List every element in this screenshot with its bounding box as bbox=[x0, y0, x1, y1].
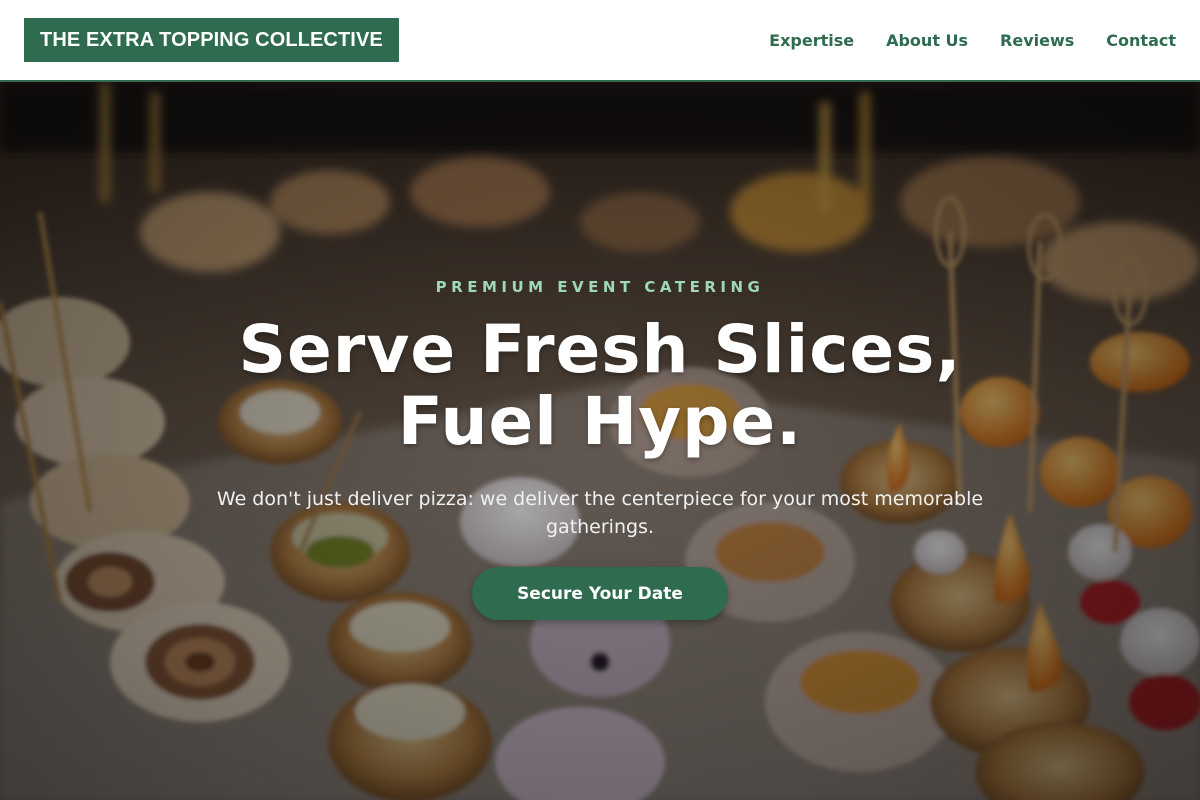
main-nav: Expertise About Us Reviews Contact bbox=[769, 31, 1176, 50]
hero-subtext: We don't just deliver pizza: we deliver … bbox=[216, 488, 984, 538]
brand-logo[interactable]: THE EXTRA TOPPING COLLECTIVE bbox=[24, 18, 399, 62]
nav-link-expertise[interactable]: Expertise bbox=[769, 31, 854, 50]
hero-section: PREMIUM EVENT CATERING Serve Fresh Slice… bbox=[0, 82, 1200, 800]
nav-link-about-us[interactable]: About Us bbox=[886, 31, 968, 50]
secure-your-date-button[interactable]: Secure Your Date bbox=[472, 567, 728, 620]
hero-headline-line-1: Serve Fresh Slices, bbox=[238, 311, 962, 388]
hero-eyebrow: PREMIUM EVENT CATERING bbox=[435, 278, 765, 296]
site-header: THE EXTRA TOPPING COLLECTIVE Expertise A… bbox=[0, 0, 1200, 82]
hero-headline: Serve Fresh Slices, Fuel Hype. bbox=[0, 314, 1200, 458]
nav-link-reviews[interactable]: Reviews bbox=[1000, 31, 1074, 50]
nav-link-contact[interactable]: Contact bbox=[1106, 31, 1176, 50]
hero-content: PREMIUM EVENT CATERING Serve Fresh Slice… bbox=[0, 82, 1200, 800]
hero-headline-line-2: Fuel Hype. bbox=[397, 383, 803, 460]
